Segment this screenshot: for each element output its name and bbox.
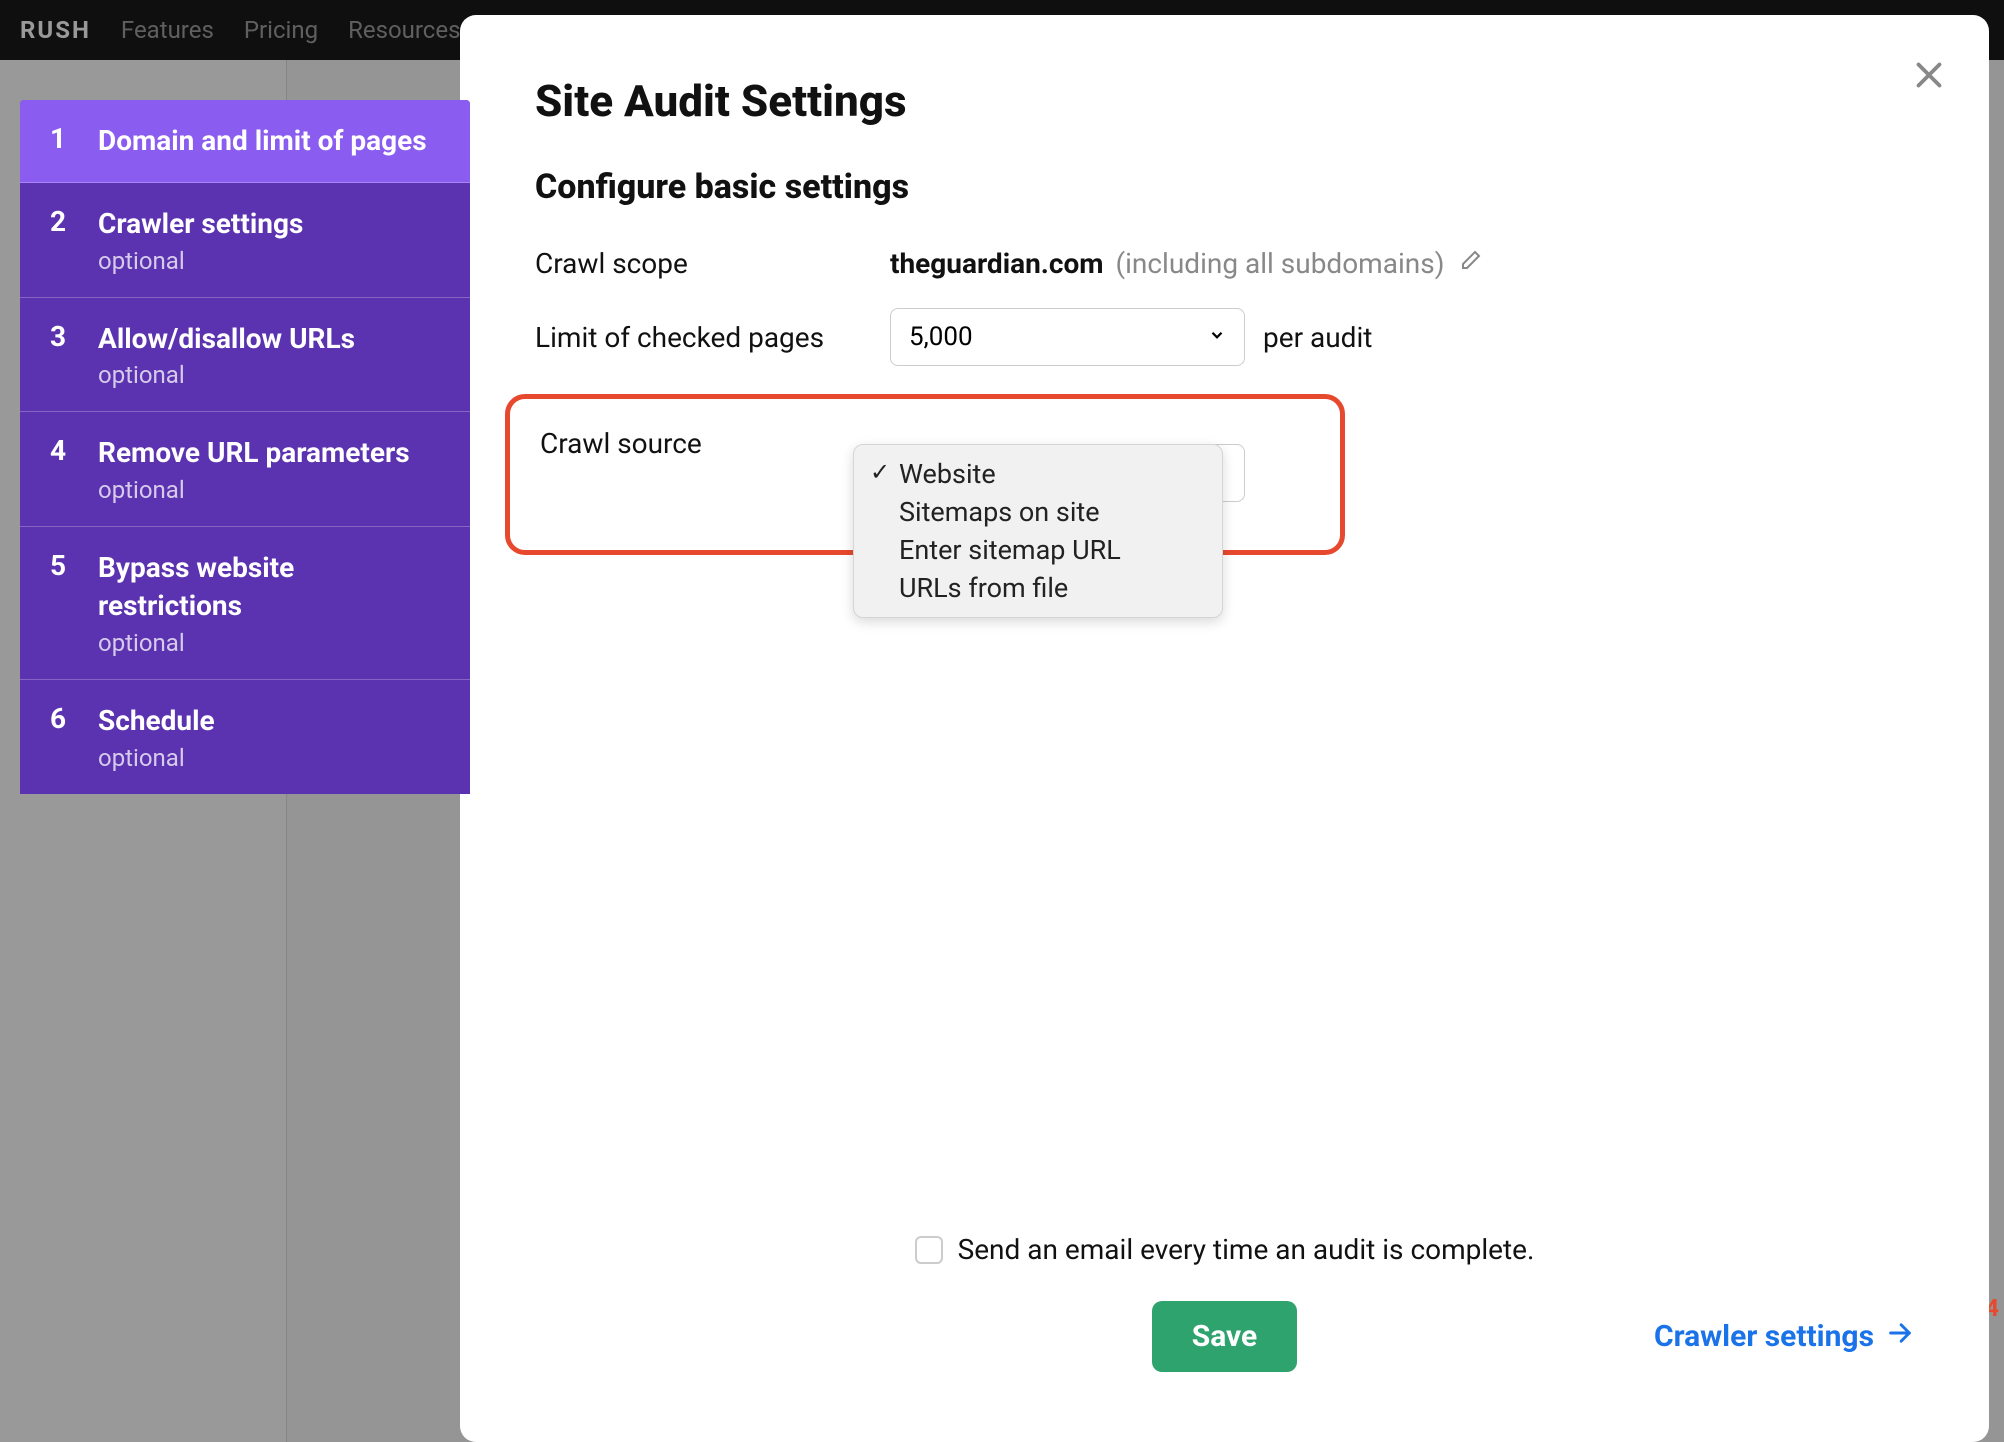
chevron-down-icon (1208, 325, 1226, 349)
close-icon[interactable] (1911, 57, 1947, 100)
step-optional: optional (98, 744, 440, 772)
dropdown-option[interactable]: Sitemaps on site (854, 493, 1222, 531)
settings-modal: Site Audit Settings Configure basic sett… (460, 15, 1989, 1442)
step-number: 1 (50, 122, 70, 160)
email-label: Send an email every time an audit is com… (958, 1233, 1535, 1266)
step-2[interactable]: 2 Crawler settings optional (20, 183, 470, 298)
step-optional: optional (98, 476, 440, 504)
crawl-scope-row: Crawl scope theguardian.com (including a… (535, 247, 1914, 280)
step-optional: optional (98, 629, 440, 657)
crawl-scope-value: theguardian.com (890, 247, 1104, 280)
step-label: Crawler settings (98, 205, 440, 243)
step-label: Remove URL parameters (98, 434, 440, 472)
step-optional: optional (98, 361, 440, 389)
limit-label: Limit of checked pages (535, 321, 890, 354)
arrow-right-icon (1886, 1319, 1914, 1355)
crawl-source-highlight: Crawl source WebsiteSitemaps on siteEnte… (505, 394, 1345, 555)
crawl-scope-value-wrap: theguardian.com (including all subdomain… (890, 247, 1482, 280)
modal-footer: Send an email every time an audit is com… (535, 1233, 1914, 1372)
step-label: Bypass website restrictions (98, 549, 440, 625)
step-1[interactable]: 1 Domain and limit of pages (20, 100, 470, 183)
steps-panel: 1 Domain and limit of pages 2 Crawler setti… (20, 100, 470, 794)
modal-title: Site Audit Settings (535, 75, 1914, 127)
step-label: Allow/disallow URLs (98, 320, 440, 358)
step-5[interactable]: 5 Bypass website restrictions optional (20, 527, 470, 680)
email-notify-row: Send an email every time an audit is com… (535, 1233, 1914, 1266)
dropdown-option[interactable]: Enter sitemap URL (854, 531, 1222, 569)
limit-select[interactable]: 5,000 (890, 308, 1245, 366)
email-checkbox[interactable] (915, 1236, 943, 1264)
crawl-scope-extra: (including all subdomains) (1116, 247, 1445, 280)
crawl-scope-label: Crawl scope (535, 247, 890, 280)
per-audit-text: per audit (1263, 321, 1372, 354)
pencil-icon[interactable] (1458, 249, 1482, 277)
next-step-label: Crawler settings (1654, 1319, 1874, 1354)
step-number: 6 (50, 702, 70, 772)
step-number: 4 (50, 434, 70, 504)
step-label: Schedule (98, 702, 440, 740)
crawl-source-label: Crawl source (540, 427, 865, 460)
limit-value: 5,000 (909, 322, 973, 352)
step-3[interactable]: 3 Allow/disallow URLs optional (20, 298, 470, 413)
step-4[interactable]: 4 Remove URL parameters optional (20, 412, 470, 527)
modal-subtitle: Configure basic settings (535, 167, 1914, 207)
limit-row: Limit of checked pages 5,000 per audit (535, 308, 1914, 366)
step-6[interactable]: 6 Schedule optional (20, 680, 470, 794)
crawl-source-dropdown: WebsiteSitemaps on siteEnter sitemap URL… (853, 444, 1223, 618)
step-number: 5 (50, 549, 70, 657)
step-number: 3 (50, 320, 70, 390)
step-optional: optional (98, 247, 440, 275)
dropdown-option[interactable]: URLs from file (854, 569, 1222, 607)
step-label: Domain and limit of pages (98, 122, 440, 160)
save-button[interactable]: Save (1152, 1301, 1298, 1372)
footer-actions: Save Crawler settings (535, 1301, 1914, 1372)
dropdown-option[interactable]: Website (854, 455, 1222, 493)
step-number: 2 (50, 205, 70, 275)
next-step-link[interactable]: Crawler settings (1654, 1319, 1914, 1355)
